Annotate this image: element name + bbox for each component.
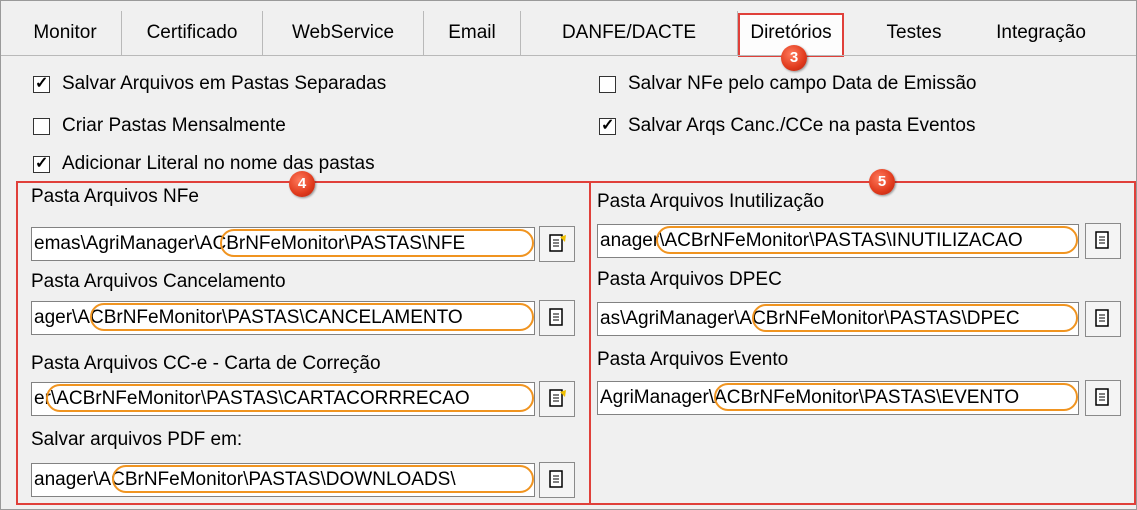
- label-pasta-nfe: Pasta Arquivos NFe: [31, 186, 199, 207]
- highlight-oval: [112, 465, 534, 493]
- tab-webservice[interactable]: WebService: [263, 11, 424, 55]
- tab-certificado[interactable]: Certificado: [122, 11, 263, 55]
- input-pasta-dpec[interactable]: as\AgriManager\ACBrNFeMonitor\PASTAS\DPE…: [597, 302, 1079, 336]
- tab-divider: [1, 55, 1136, 56]
- tab-bar: Monitor Certificado WebService Email DAN…: [1, 1, 1136, 57]
- checkbox-literal-nome[interactable]: ✓ Adicionar Literal no nome das pastas: [33, 151, 375, 177]
- folder-browse-icon: [549, 470, 563, 488]
- input-pasta-cancelamento[interactable]: ager\ACBrNFeMonitor\PASTAS\CANCELAMENTO: [31, 301, 535, 335]
- checkbox-label: Salvar NFe pelo campo Data de Emissão: [628, 73, 977, 94]
- folder-browse-icon: [549, 308, 563, 326]
- label-pasta-inutilizacao: Pasta Arquivos Inutilização: [597, 191, 825, 212]
- check-mark-icon: ✓: [35, 74, 49, 92]
- label-pasta-dpec: Pasta Arquivos DPEC: [597, 269, 782, 290]
- settings-window: Monitor Certificado WebService Email DAN…: [0, 0, 1137, 510]
- checkbox-box[interactable]: [33, 117, 50, 135]
- label-pasta-cancelamento: Pasta Arquivos Cancelamento: [31, 271, 286, 292]
- checkbox-canc-eventos[interactable]: ✓ Salvar Arqs Canc./CCe na pasta Eventos: [599, 113, 975, 139]
- browse-button-evento[interactable]: [1085, 380, 1121, 416]
- highlight-oval: [752, 304, 1078, 332]
- input-pasta-nfe[interactable]: emas\AgriManager\ACBrNFeMonitor\PASTAS\N…: [31, 227, 535, 261]
- checkbox-label: Salvar Arqs Canc./CCe na pasta Eventos: [628, 115, 976, 136]
- folder-browse-icon: [549, 234, 566, 252]
- input-pasta-inutilizacao[interactable]: anager\ACBrNFeMonitor\PASTAS\INUTILIZACA…: [597, 224, 1079, 258]
- step-badge-4: 4: [289, 171, 315, 197]
- checkbox-label: Salvar Arquivos em Pastas Separadas: [62, 73, 387, 94]
- checkbox-pastas-mensalmente[interactable]: Criar Pastas Mensalmente: [33, 113, 286, 139]
- highlight-oval: [714, 383, 1078, 411]
- checkbox-box[interactable]: ✓: [33, 75, 50, 93]
- browse-button-cancelamento[interactable]: [539, 300, 575, 336]
- folder-browse-icon: [1095, 388, 1109, 406]
- checkbox-box[interactable]: ✓: [599, 117, 616, 135]
- folder-browse-icon: [1095, 231, 1109, 249]
- label-pasta-pdf: Salvar arquivos PDF em:: [31, 429, 243, 450]
- tab-monitor[interactable]: Monitor: [9, 11, 122, 55]
- highlight-oval: [656, 226, 1078, 254]
- folder-browse-icon: [1095, 309, 1109, 327]
- highlight-oval: [90, 303, 534, 331]
- input-pasta-pdf[interactable]: anager\ACBrNFeMonitor\PASTAS\DOWNLOADS\: [31, 463, 535, 497]
- highlight-oval: [46, 384, 534, 412]
- checkbox-label: Criar Pastas Mensalmente: [62, 115, 286, 136]
- highlight-oval: [220, 229, 534, 257]
- checkbox-data-emissao[interactable]: Salvar NFe pelo campo Data de Emissão: [599, 71, 977, 97]
- checkbox-box[interactable]: ✓: [33, 155, 50, 173]
- check-mark-icon: ✓: [601, 116, 615, 134]
- step-badge-5: 5: [869, 169, 895, 195]
- check-mark-icon: ✓: [35, 154, 49, 172]
- tab-integracao[interactable]: Integração: [967, 11, 1115, 55]
- browse-button-cce[interactable]: [539, 381, 575, 417]
- tab-email[interactable]: Email: [424, 11, 521, 55]
- browse-button-dpec[interactable]: [1085, 301, 1121, 337]
- browse-button-pdf[interactable]: [539, 462, 575, 498]
- input-pasta-cce[interactable]: er\ACBrNFeMonitor\PASTAS\CARTACORRRECAO: [31, 382, 535, 416]
- folder-browse-icon: [549, 389, 566, 407]
- browse-button-inutilizacao[interactable]: [1085, 223, 1121, 259]
- tab-testes[interactable]: Testes: [865, 11, 963, 55]
- checkbox-pastas-separadas[interactable]: ✓ Salvar Arquivos em Pastas Separadas: [33, 71, 386, 97]
- tab-danfe-dacte[interactable]: DANFE/DACTE: [521, 11, 738, 55]
- label-pasta-cce: Pasta Arquivos CC-e - Carta de Correção: [31, 353, 381, 374]
- step-badge-3: 3: [781, 45, 807, 71]
- input-pasta-evento[interactable]: AgriManager\ACBrNFeMonitor\PASTAS\EVENTO: [597, 381, 1079, 415]
- browse-button-nfe[interactable]: [539, 226, 575, 262]
- checkbox-label: Adicionar Literal no nome das pastas: [62, 153, 375, 174]
- label-pasta-evento: Pasta Arquivos Evento: [597, 349, 789, 370]
- checkbox-box[interactable]: [599, 75, 616, 93]
